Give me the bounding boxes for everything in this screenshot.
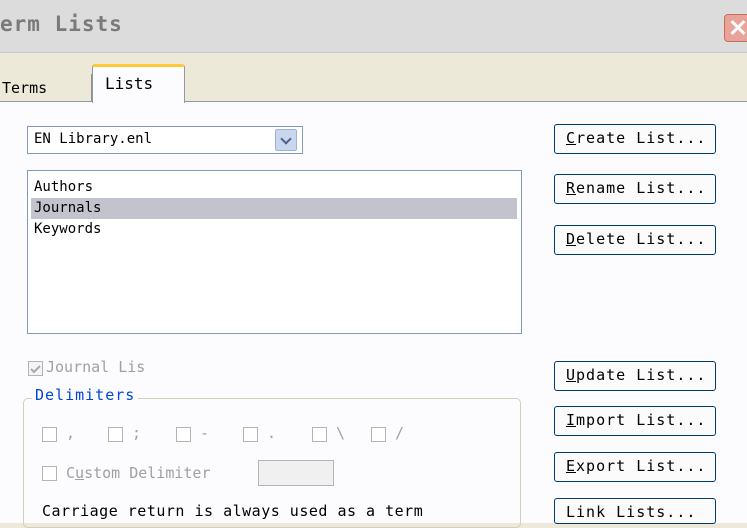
delimiter-symbol: \ <box>336 424 346 442</box>
list-item-keywords[interactable]: Keywords <box>31 219 517 240</box>
tab-bar: Terms Lists <box>0 52 747 103</box>
list-item-journals[interactable]: Journals <box>31 198 517 219</box>
delimiters-label: Delimiters <box>32 386 139 404</box>
chevron-down-icon[interactable] <box>275 129 297 151</box>
lists-panel: EN Library.enl Authors Journals Keywords… <box>0 101 747 528</box>
import-list-button[interactable]: Import List... <box>554 406 716 436</box>
custom-delimiter-field[interactable] <box>258 460 334 486</box>
carriage-return-note: Carriage return is always used as a term <box>42 502 424 520</box>
checkmark-icon <box>30 365 41 374</box>
window-title: erm Lists <box>0 12 123 36</box>
library-select[interactable]: EN Library.enl <box>27 126 303 154</box>
update-list-button[interactable]: Update List... <box>554 361 716 391</box>
delimiter-symbol: - <box>200 424 210 442</box>
library-select-value: EN Library.enl <box>34 131 153 147</box>
delimiter-symbol: , <box>66 424 76 442</box>
title-bar: erm Lists <box>0 0 747 53</box>
checkbox-box[interactable] <box>42 427 57 442</box>
checkbox-box[interactable] <box>312 427 327 442</box>
list-item-authors[interactable]: Authors <box>31 177 517 198</box>
close-icon[interactable] <box>724 14 747 42</box>
checkbox-box[interactable] <box>176 427 191 442</box>
delimiter-symbol: ; <box>132 424 142 442</box>
checkbox-box[interactable] <box>243 427 258 442</box>
rename-list-button[interactable]: Rename List... <box>554 174 716 204</box>
delimiter-symbol: / <box>395 424 405 442</box>
export-list-button[interactable]: Export List... <box>554 452 716 482</box>
checkbox-box[interactable] <box>28 361 43 376</box>
checkbox-box[interactable] <box>42 466 57 481</box>
create-list-button[interactable]: Create List... <box>554 124 716 154</box>
checkbox-box[interactable] <box>371 427 386 442</box>
custom-delimiter-label: Custom Delimiter <box>66 464 211 482</box>
journal-list-label: Journal Lis <box>46 358 146 376</box>
term-list-box[interactable]: Authors Journals Keywords <box>27 170 522 334</box>
link-lists-button[interactable]: Link Lists... <box>554 498 716 524</box>
delimiter-symbol: . <box>267 424 277 442</box>
checkbox-box[interactable] <box>108 427 123 442</box>
delete-list-button[interactable]: Delete List... <box>554 225 716 255</box>
tab-lists[interactable]: Lists <box>92 64 185 103</box>
tab-terms[interactable]: Terms <box>0 74 92 102</box>
